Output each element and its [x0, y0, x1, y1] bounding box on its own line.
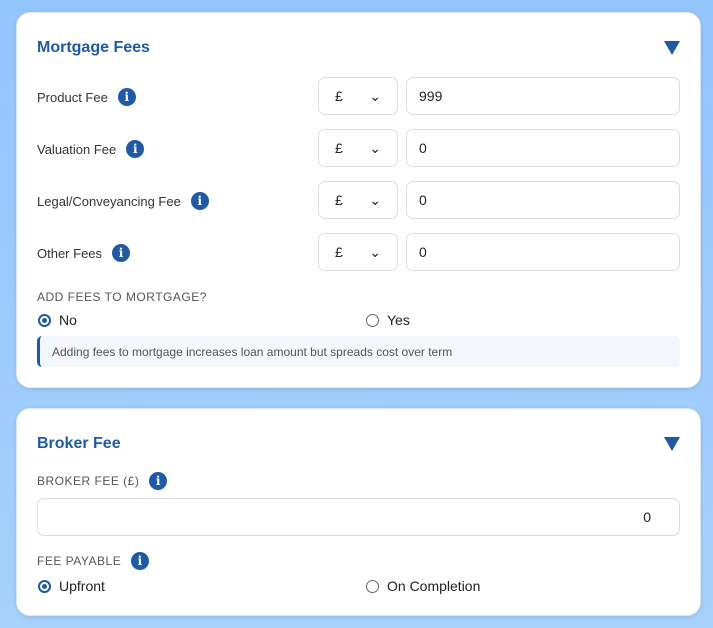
other-fees-input[interactable]: 0	[406, 233, 680, 271]
info-icon[interactable]: i	[190, 192, 209, 210]
add-fees-label: ADD FEES TO MORTGAGE?	[37, 290, 207, 304]
chevron-down-icon: ⌄	[369, 244, 381, 260]
radio-unchecked-icon	[366, 579, 379, 593]
collapse-triangle-icon[interactable]	[664, 41, 680, 55]
fee-label: Other Fees	[37, 245, 103, 261]
fee-row-other: Other Fees i £ ⌄ 0	[37, 233, 680, 271]
fee-row-product: Product Fee i £ ⌄ 999	[37, 77, 680, 115]
product-fee-input[interactable]: 999	[406, 77, 680, 115]
fee-label: Valuation Fee	[37, 141, 117, 157]
currency-select[interactable]: £ ⌄	[318, 129, 398, 167]
currency-select[interactable]: £ ⌄	[318, 233, 398, 271]
info-icon[interactable]: i	[131, 552, 150, 570]
valuation-fee-input[interactable]: 0	[406, 129, 680, 167]
radio-unchecked-icon	[366, 313, 379, 327]
mortgage-fees-card: Mortgage Fees Product Fee i £ ⌄ 999 Valuat…	[16, 12, 701, 388]
radio-yes[interactable]: Yes	[366, 312, 410, 328]
fee-label: Legal/Conveyancing Fee	[37, 193, 181, 209]
info-icon[interactable]: i	[112, 244, 131, 262]
radio-upfront[interactable]: Upfront	[38, 578, 105, 594]
chevron-down-icon: ⌄	[369, 192, 381, 208]
chevron-down-icon: ⌄	[369, 88, 381, 104]
radio-no[interactable]: No	[38, 312, 77, 328]
fee-row-valuation: Valuation Fee i £ ⌄ 0	[37, 129, 680, 167]
info-icon[interactable]: i	[117, 88, 136, 106]
fee-label: Product Fee	[37, 89, 108, 105]
currency-select[interactable]: £ ⌄	[318, 181, 398, 219]
radio-checked-icon	[38, 313, 51, 327]
info-note: Adding fees to mortgage increases loan a…	[37, 336, 680, 367]
collapse-triangle-icon[interactable]	[664, 437, 680, 451]
broker-fee-input[interactable]: 0	[37, 498, 680, 536]
radio-on-completion[interactable]: On Completion	[366, 578, 480, 594]
chevron-down-icon: ⌄	[369, 140, 381, 156]
section-title: Broker Fee	[37, 435, 121, 452]
info-icon[interactable]: i	[126, 140, 145, 158]
fee-payable-label: FEE PAYABLE	[37, 554, 122, 568]
broker-fee-card: Broker Fee BROKER FEE (£) i 0 FEE PAYABLE…	[16, 408, 701, 616]
info-icon[interactable]: i	[149, 472, 168, 490]
legal-fee-input[interactable]: 0	[406, 181, 680, 219]
radio-checked-icon	[38, 579, 51, 593]
broker-fee-label: BROKER FEE (£)	[37, 474, 140, 488]
fee-row-legal: Legal/Conveyancing Fee i £ ⌄ 0	[37, 181, 680, 219]
currency-select[interactable]: £ ⌄	[318, 77, 398, 115]
section-title: Mortgage Fees	[37, 39, 150, 56]
